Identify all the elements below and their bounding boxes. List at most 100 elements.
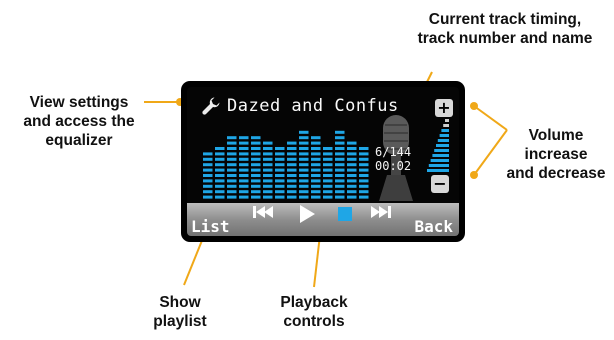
equalizer-segment [215, 190, 225, 194]
equalizer-segment [227, 190, 237, 194]
equalizer-segment [251, 163, 261, 167]
track-time: 00:02 [375, 159, 412, 173]
equalizer-segment [251, 152, 261, 156]
back-button[interactable]: Back [414, 217, 453, 236]
equalizer-segment [239, 190, 249, 194]
equalizer-segment [263, 141, 273, 145]
equalizer-segment [227, 168, 237, 172]
next-icon[interactable] [369, 203, 393, 221]
equalizer-segment [311, 152, 321, 156]
callout-playlist-line-2: playlist [153, 313, 207, 330]
equalizer-segment [227, 141, 237, 145]
equalizer-segment [323, 163, 333, 167]
equalizer-segment [311, 136, 321, 140]
equalizer-segment [323, 190, 333, 194]
equalizer-segment [227, 163, 237, 167]
equalizer-segment [251, 157, 261, 161]
equalizer-segment [251, 141, 261, 145]
player-screen: Dazed and Confus + − 6/144 00:02 List Ba… [187, 87, 459, 236]
equalizer-segment [203, 163, 213, 167]
equalizer-segment [299, 152, 309, 156]
equalizer-segment [335, 157, 345, 161]
equalizer-segment [227, 179, 237, 183]
equalizer-segment [335, 190, 345, 194]
equalizer-segment [287, 184, 297, 188]
equalizer-segment [215, 195, 225, 199]
equalizer-segment [263, 179, 273, 183]
equalizer-segment [251, 147, 261, 150]
equalizer-segment [287, 179, 297, 183]
volume-level-segment [445, 119, 449, 122]
equalizer-segment [263, 163, 273, 167]
volume-up-button[interactable]: + [435, 99, 453, 117]
equalizer-segment [239, 157, 249, 161]
equalizer-segment [299, 141, 309, 145]
equalizer-segment [263, 157, 273, 161]
equalizer-segment [227, 147, 237, 150]
previous-icon[interactable] [251, 203, 275, 221]
callout-volume: Volume increase and decrease [500, 126, 612, 183]
equalizer-segment [251, 136, 261, 140]
equalizer-segment [335, 195, 345, 199]
track-title: Dazed and Confus [227, 96, 399, 116]
equalizer-segment [251, 168, 261, 172]
equalizer-segment [359, 168, 369, 172]
equalizer-segment [299, 190, 309, 194]
equalizer-segment [275, 152, 285, 156]
equalizer-segment [335, 179, 345, 183]
equalizer-segment [275, 147, 285, 150]
wrench-icon[interactable] [201, 96, 221, 116]
callout-playback-line-2: controls [283, 313, 345, 330]
playback-control-bar: List Back [187, 203, 459, 236]
volume-level-segment [439, 134, 449, 137]
equalizer-segment [287, 141, 297, 145]
equalizer-segment [263, 152, 273, 156]
equalizer-segment [203, 179, 213, 183]
callout-playlist: Show playlist [140, 293, 220, 331]
equalizer-segment [263, 168, 273, 172]
equalizer-segment [335, 141, 345, 145]
equalizer-segment [251, 195, 261, 199]
play-icon[interactable] [297, 203, 317, 225]
equalizer-segment [227, 195, 237, 199]
callout-settings-line-1: View settings [29, 94, 129, 111]
equalizer-segment [203, 184, 213, 188]
equalizer-segment [227, 157, 237, 161]
equalizer-segment [215, 179, 225, 183]
equalizer-segment [359, 174, 369, 177]
equalizer-segment [299, 130, 309, 134]
equalizer-segment [203, 195, 213, 199]
equalizer-segment [227, 174, 237, 177]
callout-settings-line-2: and access the [23, 113, 135, 130]
equalizer-segment [347, 141, 357, 145]
volume-down-button[interactable]: − [431, 175, 449, 193]
equalizer-segment [359, 152, 369, 156]
equalizer-segment [359, 163, 369, 167]
equalizer-segment [227, 152, 237, 156]
equalizer-segment [299, 195, 309, 199]
callout-settings: View settings and access the equalizer [6, 93, 152, 150]
volume-level-segment [441, 129, 449, 132]
stop-icon[interactable] [337, 206, 353, 222]
equalizer-segment [215, 168, 225, 172]
equalizer-segment [359, 157, 369, 161]
equalizer-segment [347, 147, 357, 150]
list-button[interactable]: List [191, 217, 230, 236]
callout-volume-line-2: increase [524, 146, 588, 163]
equalizer-segment [287, 190, 297, 194]
equalizer-segment [251, 184, 261, 188]
equalizer-segment [287, 174, 297, 177]
equalizer-segment [323, 157, 333, 161]
volume-level-segment [430, 159, 449, 162]
equalizer-segment [323, 195, 333, 199]
equalizer-segment [311, 168, 321, 172]
equalizer-segment [287, 163, 297, 167]
equalizer-segment [311, 141, 321, 145]
equalizer-segment [251, 179, 261, 183]
callout-track-line-1: Current track timing, [428, 11, 582, 28]
equalizer-segment [311, 174, 321, 177]
equalizer-segment [275, 168, 285, 172]
equalizer-segment [287, 147, 297, 150]
equalizer-segment [299, 147, 309, 150]
equalizer-segment [347, 190, 357, 194]
